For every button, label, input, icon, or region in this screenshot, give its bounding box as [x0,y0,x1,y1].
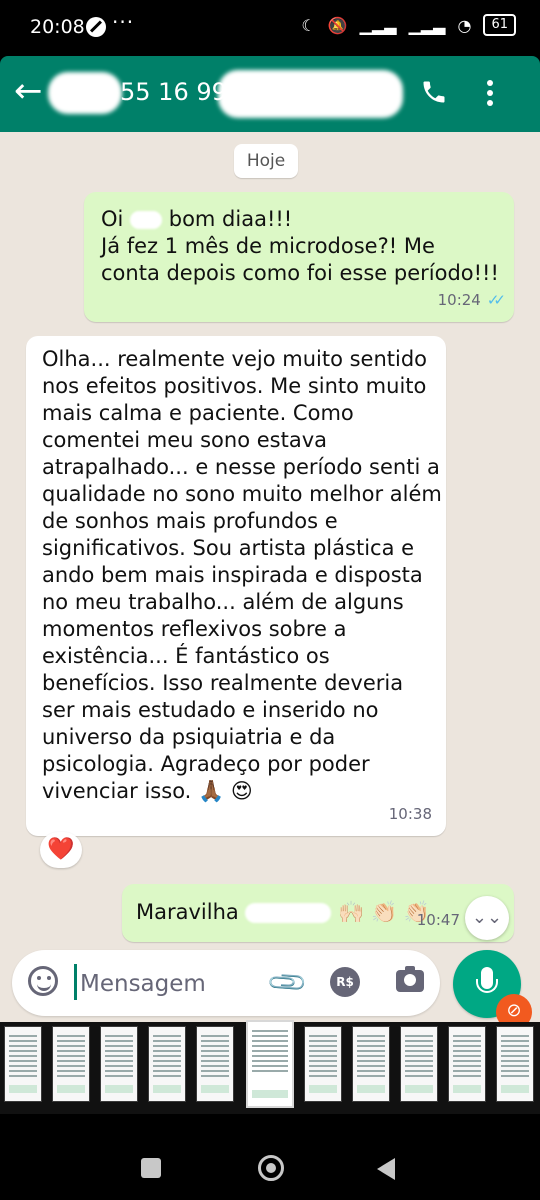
wifi-icon: ◔ [457,15,472,35]
message-time: 10:38 [388,805,432,823]
message-bubble-incoming[interactable]: Olha... realmente vejo muito sentido nos… [26,336,446,836]
back-icon[interactable] [377,1158,395,1180]
message-text: Maravilha 🙌🏻 👏🏻 👏🏻 [136,900,430,924]
message-meta: 10:47 [417,907,460,934]
blurred-recipient-name [245,903,332,923]
status-time: 20:08 [30,16,85,38]
recents-icon[interactable] [141,1158,161,1178]
back-arrow-icon[interactable]: ← [14,74,43,108]
thumbnail[interactable] [148,1026,186,1102]
message-text: Oi bom diaa!!! Já fez 1 mês de microdose… [101,207,499,285]
screenshot-thumbnail-strip [0,1020,540,1114]
thumbnail[interactable] [400,1026,438,1102]
message-input[interactable] [78,966,262,1002]
more-vertical-icon[interactable] [487,80,493,106]
reaction-heart[interactable]: ❤️ [40,832,82,868]
thumbnail[interactable] [496,1026,534,1102]
phone-icon[interactable] [420,78,448,106]
status-icons: ☾ 🔕 ▁▂▃ ▁▂▃ ◔ 61 [301,14,516,36]
thumbnail[interactable] [52,1026,90,1102]
message-time: 10:24 [437,291,481,309]
message-bubble-outgoing-2[interactable]: Maravilha 🙌🏻 👏🏻 👏🏻 10:47 [122,884,514,942]
thumbnail[interactable] [352,1026,390,1102]
payment-icon[interactable]: R$ [330,967,360,997]
paperclip-icon[interactable]: 📎 [266,961,310,1005]
blurred-contact-avatar [48,72,122,114]
thumbnail[interactable] [196,1026,234,1102]
emoji-icon[interactable] [28,966,58,996]
mic-icon [476,967,498,993]
signal-icon-2: ▁▂▃ [408,15,446,35]
more-notifications-icon: ··· [112,10,135,34]
thumbnail[interactable] [304,1026,342,1102]
thumbnail[interactable] [100,1026,138,1102]
read-receipt-icon: ✓✓ [486,291,506,309]
status-bar: 20:08 ··· ☾ 🔕 ▁▂▃ ▁▂▃ ◔ 61 [0,0,540,56]
thumbnail[interactable] [448,1026,486,1102]
message-text: Olha... realmente vejo muito sentido nos… [42,347,442,803]
do-not-disturb-icon [86,17,106,37]
battery-indicator: 61 [483,14,516,36]
chat-header: ← 55 16 99 [0,56,540,132]
thumbnail-selected[interactable] [246,1020,294,1108]
message-time: 10:47 [416,911,460,929]
date-chip: Hoje [234,144,298,178]
navigation-bar [0,1114,540,1200]
contact-name[interactable]: 55 16 99 [120,78,227,106]
camera-icon[interactable] [396,966,424,992]
message-meta: 10:24 ✓✓ [437,287,506,314]
thumbnail[interactable] [4,1026,42,1102]
signal-icon: ▁▂▃ [359,15,397,35]
home-icon[interactable] [258,1155,284,1181]
message-bubble-outgoing-1[interactable]: Oi bom diaa!!! Já fez 1 mês de microdose… [84,192,514,322]
message-meta: 10:38 [389,801,432,828]
chat-area: Hoje Oi bom diaa!!! Já fez 1 mês de micr… [0,132,540,1022]
text-cursor [74,964,77,1000]
moon-icon: ☾ [301,15,316,35]
scroll-to-bottom-icon[interactable]: ⌄⌄ [465,896,509,940]
blurred-contact-name [218,70,403,118]
muted-icon: 🔕 [327,15,348,35]
blurred-recipient-name [130,211,163,229]
message-composer: 📎 R$ [12,950,440,1016]
